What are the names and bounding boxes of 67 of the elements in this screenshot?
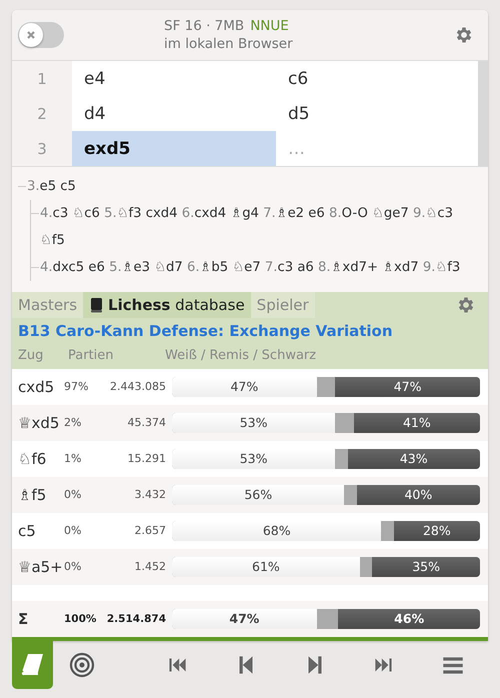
move-name[interactable]: ♘f6 [18,450,64,468]
move-name[interactable]: cxd5 [18,378,64,396]
game-count: 2.657 [134,524,166,538]
book-icon [20,652,44,678]
move-number: 3 [12,131,72,166]
engine-toggle[interactable] [18,22,64,48]
game-count: 15.291 [126,452,166,466]
book-icon [89,296,104,313]
second-side-share: 40% [356,484,480,505]
move-cell[interactable]: e4 [72,61,276,96]
move-share: 2% [64,416,82,430]
move-cell[interactable]: d4 [72,96,276,132]
move-number: 1 [12,61,72,96]
second-side-share: 47% [335,376,480,397]
settings-icon[interactable] [456,294,476,315]
draw-share [335,412,354,433]
target-icon [68,652,94,678]
second-side-share: 35% [372,556,480,577]
game-count: 1.452 [134,560,166,574]
second-side-share: 43% [348,448,480,469]
draw-share [381,520,394,541]
move-name[interactable]: ♕a5+ [18,558,64,576]
game-count: 3.432 [134,488,166,502]
first-side-share: 53% [172,412,336,433]
first-side-share: 47% [172,376,317,397]
first-side-share: 61% [172,556,360,577]
column-header: Partien [68,348,115,363]
draw-share [335,448,348,469]
first-side-share: 53% [172,448,336,469]
move-cell[interactable]: d5 [276,96,478,132]
close-icon [26,30,36,40]
variation-line[interactable]: 4.dxc5 e6 5.♗e3 ♘d7 6.♗b5 ♘e7 7.c3 a6 8.♗xd7+ ♗xd7 9.♘f3 [40,254,460,282]
second-side-share: 28% [394,520,480,541]
move-cell[interactable]: c6 [276,61,478,96]
second-side-share: 46% [338,608,480,629]
book-tab[interactable] [12,640,53,689]
draw-share [360,556,372,577]
draw-share [344,484,357,505]
move-share: 0% [64,560,82,574]
move-share: 1% [64,452,82,466]
move-name[interactable]: Σ [18,610,64,628]
variation-line[interactable]: 3.e5 c5 [27,173,76,200]
game-count: 45.374 [126,416,166,430]
first-side-share: 47% [172,608,317,629]
column-header: Zug [18,348,44,363]
first-side-share: 56% [172,484,344,505]
first-side-share: 68% [172,520,382,541]
game-count: 2.514.874 [106,612,166,625]
game-count: 2.443.085 [109,380,166,394]
move-share: 0% [64,488,82,502]
draw-share [316,608,338,629]
draw-share [316,376,336,397]
explorer-tab[interactable]: Lichess database [83,292,251,318]
move-number: 2 [12,96,72,132]
move-share: 100% [64,612,98,625]
engine-location: im lokalen Browser [164,35,293,54]
settings-icon[interactable] [454,25,474,46]
move-cell[interactable]: exd5 [72,131,276,166]
move-share: 0% [64,524,82,538]
move-share: 97% [64,380,90,394]
move-name[interactable]: c5 [18,522,64,540]
second-side-share: 41% [354,412,480,433]
move-name[interactable]: ♗f5 [18,486,64,504]
column-header: Weiß / Remis / Schwarz [165,348,318,363]
move-name[interactable]: ♕xd5 [18,414,64,432]
engine-name: SF 16 · 7MB [164,17,244,36]
nnue-label: NNUE [250,17,289,36]
